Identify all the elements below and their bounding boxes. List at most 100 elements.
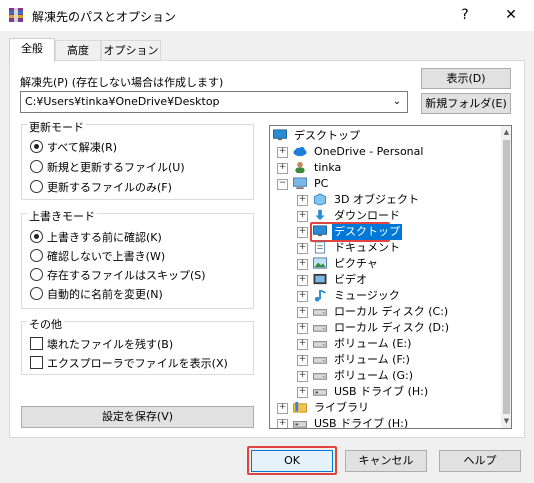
tree-item-label[interactable]: デスクトップ <box>332 224 402 240</box>
tree-item-label[interactable]: ビデオ <box>332 272 369 288</box>
radio-update-only-label[interactable]: 更新するファイルのみ(F) <box>47 179 172 195</box>
radio-ask-before-overwrite[interactable] <box>30 230 43 243</box>
drive-icon <box>313 357 327 364</box>
tab-general[interactable]: 全般 <box>9 38 55 62</box>
tree-item-label[interactable]: 3D オブジェクト <box>332 192 421 208</box>
checkbox-keep-broken-files[interactable] <box>30 337 43 350</box>
radio-ask-before-overwrite-label[interactable]: 上書きする前に確認(K) <box>47 229 162 245</box>
3d-objects-icon <box>313 193 327 206</box>
radio-new-and-update-label[interactable]: 新規と更新するファイル(U) <box>47 159 185 175</box>
tree-item[interactable]: + ボリューム (G:) <box>270 368 498 384</box>
tree-item[interactable]: +3D オブジェクト <box>270 192 498 208</box>
tree-item-label[interactable]: OneDrive - Personal <box>312 144 425 160</box>
save-settings-button[interactable]: 設定を保存(V) <box>21 406 254 428</box>
tree-item[interactable]: + USB ドライブ (H:) <box>270 416 498 428</box>
tree-item-label[interactable]: ボリューム (E:) <box>332 336 413 352</box>
cancel-button[interactable]: キャンセル <box>345 450 427 472</box>
expand-icon[interactable]: + <box>297 195 308 206</box>
collapse-icon[interactable]: − <box>277 179 288 190</box>
tree-item-label[interactable]: ローカル ディスク (C:) <box>332 304 450 320</box>
new-folder-button[interactable]: 新規フォルダ(E) <box>421 93 511 114</box>
tree-item-label[interactable]: ボリューム (F:) <box>332 352 412 368</box>
drive-icon <box>313 373 327 380</box>
checkbox-show-in-explorer-label[interactable]: エクスプローラでファイルを表示(X) <box>47 355 228 371</box>
tree-item[interactable]: + ライブラリ <box>270 400 498 416</box>
expand-icon[interactable]: + <box>297 291 308 302</box>
radio-overwrite-without-prompt[interactable] <box>30 249 43 262</box>
tree-item-label[interactable]: USB ドライブ (H:) <box>332 384 430 400</box>
tree-item-label[interactable]: ボリューム (G:) <box>332 368 415 384</box>
radio-new-and-update[interactable] <box>30 160 43 173</box>
tab-options[interactable]: オプション <box>101 40 161 61</box>
tree-item[interactable]: + ピクチャ <box>270 256 498 272</box>
close-button[interactable]: ✕ <box>488 0 534 31</box>
expand-icon[interactable]: + <box>297 275 308 286</box>
tree-item-label[interactable]: ライブラリ <box>312 400 371 416</box>
radio-rename-automatically[interactable] <box>30 287 43 300</box>
tree-item[interactable]: デスクトップ <box>270 128 498 144</box>
expand-icon[interactable]: + <box>297 355 308 366</box>
scroll-up-icon[interactable]: ▲ <box>503 128 510 136</box>
radio-rename-automatically-label[interactable]: 自動的に名前を変更(N) <box>47 286 163 302</box>
window-title: 解凍先のパスとオプション <box>32 10 177 24</box>
tree-item[interactable]: + デスクトップ <box>270 222 498 242</box>
expand-icon[interactable]: + <box>277 419 288 428</box>
expand-icon[interactable]: + <box>297 387 308 398</box>
tree-item[interactable]: + ビデオ <box>270 272 498 288</box>
radio-skip-existing[interactable] <box>30 268 43 281</box>
expand-icon[interactable]: + <box>297 323 308 334</box>
tree-item[interactable]: + ドキュメント <box>270 240 498 256</box>
radio-update-only[interactable] <box>30 180 43 193</box>
expand-icon[interactable]: + <box>297 227 308 238</box>
drive-icon <box>313 341 327 348</box>
tree-item[interactable]: + ボリューム (F:) <box>270 352 498 368</box>
title-bar: 解凍先のパスとオプション ? ✕ <box>0 0 534 31</box>
tree-scrollbar[interactable]: ▲ ▼ <box>501 126 511 428</box>
usb-drive-icon <box>313 389 327 396</box>
tree-item-label[interactable]: デスクトップ <box>292 128 362 144</box>
radio-overwrite-without-prompt-label[interactable]: 確認しないで上書き(W) <box>47 248 165 264</box>
tree-item-label[interactable]: PC <box>312 176 330 192</box>
help-button[interactable]: ヘルプ <box>439 450 521 472</box>
expand-icon[interactable]: + <box>297 307 308 318</box>
scroll-down-icon[interactable]: ▼ <box>503 417 510 425</box>
tree-item-label[interactable]: ミュージック <box>332 288 402 304</box>
tree-item[interactable]: + ボリューム (E:) <box>270 336 498 352</box>
ok-button[interactable]: OK <box>251 450 333 472</box>
tree-item[interactable]: + ローカル ディスク (D:) <box>270 320 498 336</box>
radio-skip-existing-label[interactable]: 存在するファイルはスキップ(S) <box>47 267 206 283</box>
expand-icon[interactable]: + <box>297 211 308 222</box>
radio-extract-all[interactable] <box>30 140 43 153</box>
tree-item-label[interactable]: ドキュメント <box>332 240 402 256</box>
pictures-icon <box>313 257 327 269</box>
checkbox-show-in-explorer[interactable] <box>30 356 43 369</box>
tree-item[interactable]: + USB ドライブ (H:) <box>270 384 498 400</box>
expand-icon[interactable]: + <box>277 147 288 158</box>
tree-item[interactable]: + ミュージック <box>270 288 498 304</box>
tree-item[interactable]: − PC <box>270 176 498 192</box>
winrar-app-icon <box>9 8 23 22</box>
expand-icon[interactable]: + <box>297 243 308 254</box>
tree-item[interactable]: + OneDrive - Personal <box>270 144 498 160</box>
expand-icon[interactable]: + <box>297 371 308 382</box>
help-title-button[interactable]: ? <box>442 0 488 31</box>
chevron-down-icon[interactable]: ⌄ <box>389 94 405 110</box>
checkbox-keep-broken-files-label[interactable]: 壊れたファイルを残す(B) <box>47 336 173 352</box>
tree-item[interactable]: + ローカル ディスク (C:) <box>270 304 498 320</box>
radio-extract-all-label[interactable]: すべて解凍(R) <box>47 139 117 155</box>
tree-item-label[interactable]: ローカル ディスク (D:) <box>332 320 451 336</box>
folder-tree[interactable]: デスクトップ + OneDrive - Personal + tinka − PC +3D オ… <box>269 125 512 429</box>
tree-item[interactable]: + tinka <box>270 160 498 176</box>
scroll-thumb[interactable] <box>503 140 510 414</box>
tree-item-label[interactable]: USB ドライブ (H:) <box>312 416 410 428</box>
expand-icon[interactable]: + <box>277 403 288 414</box>
tree-item-label[interactable]: tinka <box>312 160 343 176</box>
destination-path-combobox[interactable]: C:¥Users¥tinka¥OneDrive¥Desktop ⌄ <box>20 91 408 113</box>
expand-icon[interactable]: + <box>277 163 288 174</box>
expand-icon[interactable]: + <box>297 259 308 270</box>
expand-icon[interactable]: + <box>297 339 308 350</box>
tab-advanced[interactable]: 高度 <box>55 40 101 61</box>
tree-item-label[interactable]: ピクチャ <box>332 256 380 272</box>
show-button[interactable]: 表示(D) <box>421 68 511 89</box>
video-icon <box>313 273 327 285</box>
